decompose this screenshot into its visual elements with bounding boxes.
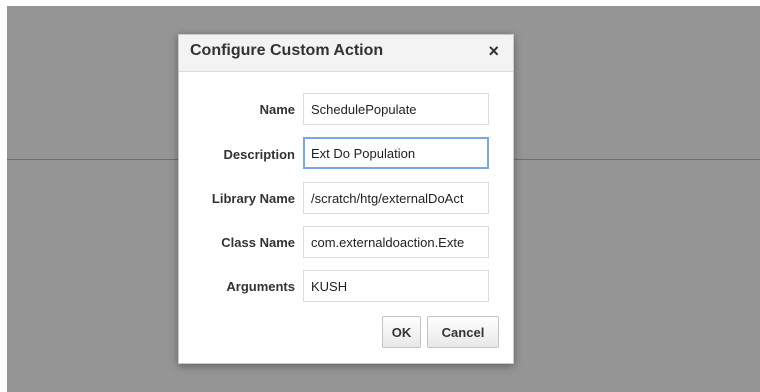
library-name-field[interactable] — [303, 182, 489, 214]
name-label: Name — [259, 102, 295, 117]
description-label: Description — [223, 147, 295, 162]
cancel-button[interactable]: Cancel — [427, 316, 499, 348]
arguments-field[interactable] — [303, 270, 489, 302]
class-name-label: Class Name — [221, 235, 295, 250]
ok-button[interactable]: OK — [382, 316, 421, 348]
configure-custom-action-dialog: Configure Custom Action × Name Descripti… — [178, 34, 514, 364]
dialog-title: Configure Custom Action — [190, 42, 384, 59]
class-name-field[interactable] — [303, 226, 489, 258]
name-field[interactable] — [303, 93, 489, 125]
dialog-titlebar: Configure Custom Action × — [179, 35, 513, 72]
library-name-label: Library Name — [211, 191, 295, 206]
arguments-label: Arguments — [226, 279, 295, 294]
close-icon[interactable]: × — [488, 41, 499, 61]
description-field[interactable] — [303, 137, 489, 169]
